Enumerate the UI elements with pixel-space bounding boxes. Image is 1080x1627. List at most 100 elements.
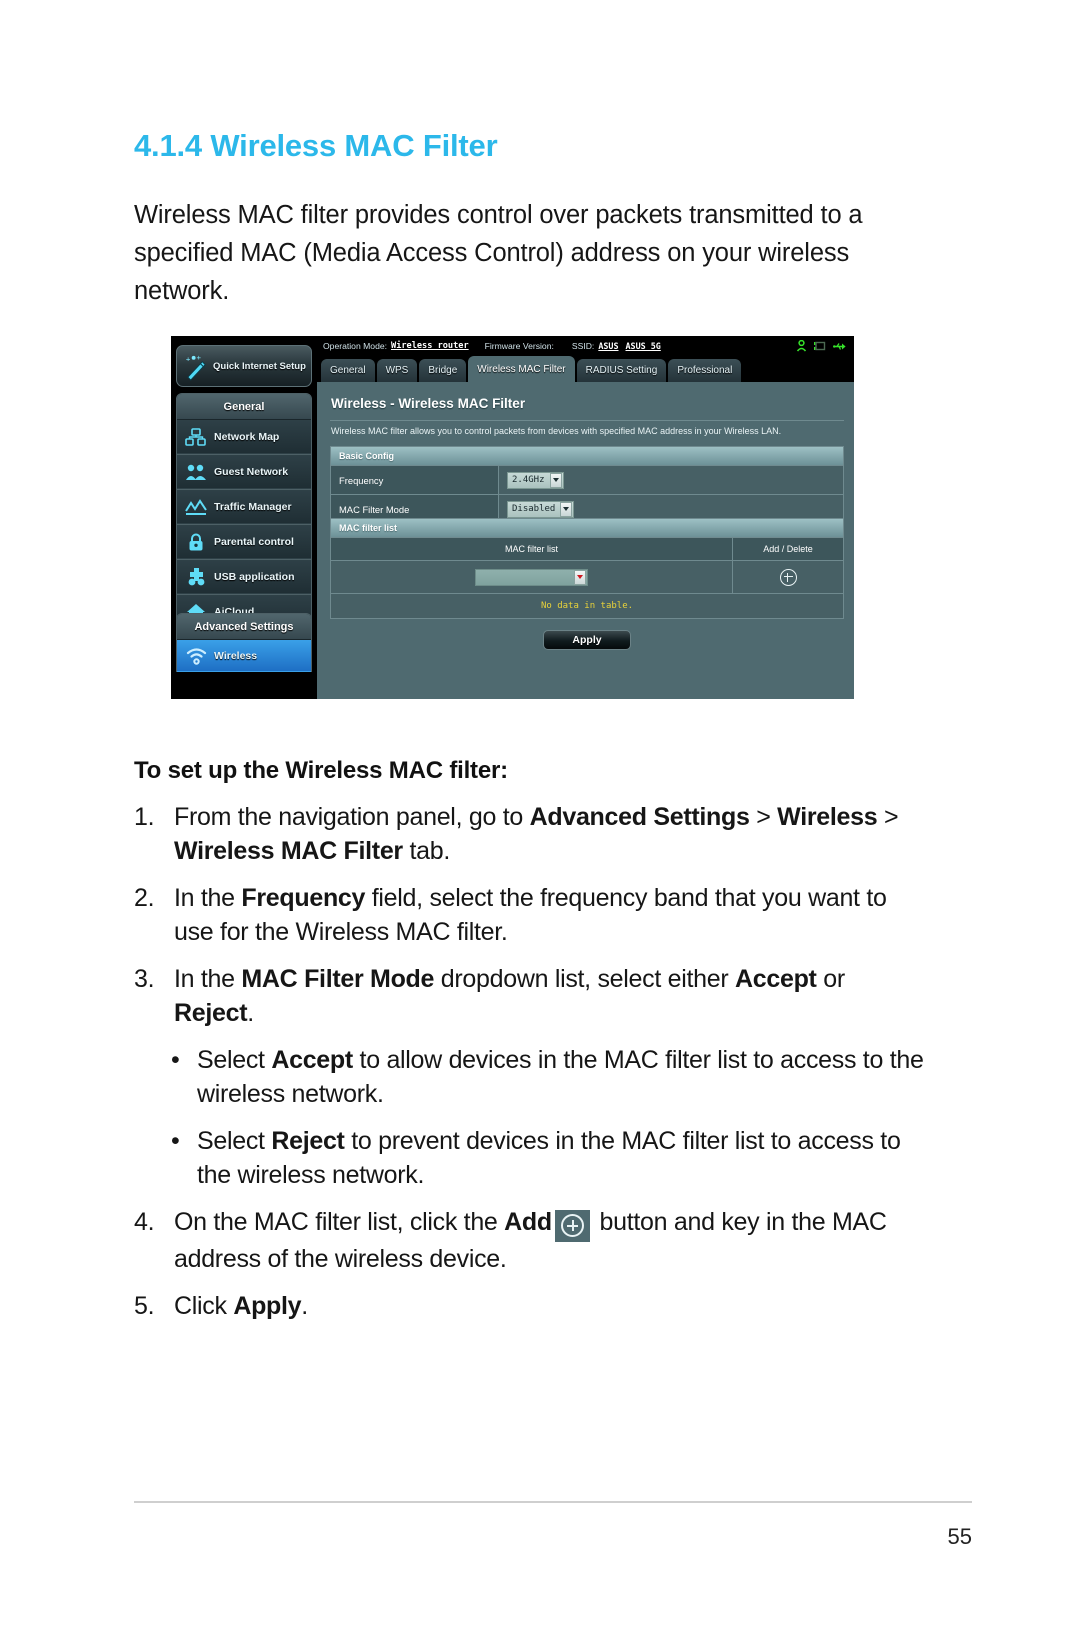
plain-text: In the <box>174 884 242 912</box>
emphasis-text: Add <box>504 1208 552 1236</box>
emphasis-text: Accept <box>271 1046 353 1074</box>
step-number: 3. <box>134 965 155 993</box>
step-number: 5. <box>134 1291 155 1320</box>
sidebar-item-parental-control[interactable]: Parental control <box>177 524 311 559</box>
plain-text: dropdown list, select either <box>434 965 736 993</box>
plain-text: Click <box>174 1291 234 1320</box>
emphasis-text: Wireless <box>777 803 878 831</box>
monitor-icon[interactable] <box>814 340 826 352</box>
mac-filter-mode-select-value: Disabled <box>512 504 556 514</box>
chevron-down-icon[interactable] <box>549 472 562 488</box>
nav-group-general: General Network Map Guest Network Traffi… <box>176 393 312 630</box>
chevron-down-icon[interactable] <box>574 569 586 585</box>
bullet-marker: • <box>171 1046 180 1074</box>
footer-divider <box>134 1501 972 1503</box>
tab-radius-setting[interactable]: RADIUS Setting <box>576 359 667 382</box>
svg-text:+: + <box>186 355 191 364</box>
emphasis-text: Reject <box>271 1127 345 1155</box>
tab-wireless-mac-filter[interactable]: Wireless MAC Filter <box>468 356 575 382</box>
instruction-step-5: 5. Click Apply. <box>134 1289 924 1323</box>
step-text: On the MAC filter list, click the Add bu… <box>174 1205 924 1276</box>
title-divider <box>330 420 844 421</box>
mac-filter-list-header: MAC filter list <box>331 519 843 537</box>
statusbar-icon-group <box>796 340 854 352</box>
plus-circle-icon <box>554 1209 590 1242</box>
instructions-block: To set up the Wireless MAC filter: 1. Fr… <box>134 757 924 1336</box>
quick-internet-setup-button[interactable]: + + Quick Internet Setup <box>176 345 312 387</box>
frequency-value-cell: 2.4GHz <box>499 466 843 494</box>
plain-text: In the <box>174 965 242 993</box>
plus-circle-icon[interactable] <box>779 568 797 586</box>
step-number: 1. <box>134 803 155 831</box>
emphasis-text: Accept <box>735 965 817 993</box>
bullet-text: Select Reject to prevent devices in the … <box>197 1124 924 1192</box>
basic-config-header: Basic Config <box>331 447 843 465</box>
traffic-manager-icon <box>183 495 209 519</box>
mac-filter-list-table: MAC filter list MAC filter list Add / De… <box>330 518 844 619</box>
step-text: In the MAC Filter Mode dropdown list, se… <box>174 962 924 1030</box>
tab-wps[interactable]: WPS <box>376 359 418 382</box>
sidebar-item-guest-network[interactable]: Guest Network <box>177 454 311 489</box>
mac-address-input[interactable] <box>475 568 588 586</box>
plain-text: . <box>247 999 254 1027</box>
ssid-value-5g[interactable]: ASUS_5G <box>626 341 661 351</box>
tab-general[interactable]: General <box>321 359 375 382</box>
wifi-icon <box>183 644 209 668</box>
plain-text: On the MAC filter list, click the <box>174 1208 505 1236</box>
sidebar-item-parental-control-label: Parental control <box>214 535 294 548</box>
operation-mode-label: Operation Mode: <box>323 341 388 351</box>
plain-text: Select <box>197 1127 272 1155</box>
step-text: In the Frequency field, select the frequ… <box>174 881 924 949</box>
usb-application-icon <box>183 565 209 589</box>
plain-text: > <box>877 803 899 831</box>
navigation-panel: + + Quick Internet Setup General Network… <box>171 336 317 699</box>
plain-text: Select <box>197 1046 272 1074</box>
instruction-step-1: 1. From the navigation panel, go to Adva… <box>134 800 924 868</box>
mac-filter-empty-message: No data in table. <box>331 593 843 618</box>
router-main-panel: Operation Mode: Wireless router Firmware… <box>317 336 854 699</box>
emphasis-text: MAC Filter Mode <box>241 965 435 993</box>
router-ui-screenshot: + + Quick Internet Setup General Network… <box>171 336 854 699</box>
instruction-bullet-accept: • Select Accept to allow devices in the … <box>171 1043 924 1111</box>
nav-group-advanced-title: Advanced Settings <box>177 614 311 640</box>
frequency-select[interactable]: 2.4GHz <box>507 471 564 489</box>
apply-button[interactable]: Apply <box>543 630 631 650</box>
tab-bridge[interactable]: Bridge <box>419 359 467 382</box>
mac-filter-list-column-headers: MAC filter list Add / Delete <box>331 537 843 560</box>
instruction-step-4: 4. On the MAC filter list, click the Add… <box>134 1205 924 1276</box>
router-panel-description: Wireless MAC filter allows you to contro… <box>331 426 782 436</box>
section-title: Wireless MAC Filter <box>210 128 498 163</box>
ssid-label: SSID: <box>571 341 595 351</box>
sidebar-item-traffic-manager-label: Traffic Manager <box>214 500 292 513</box>
plain-text: . <box>301 1291 308 1320</box>
apply-button-container: Apply <box>330 630 844 650</box>
sidebar-item-usb-application-label: USB application <box>214 570 295 583</box>
nav-group-advanced: Advanced Settings Wireless <box>176 613 312 672</box>
router-content-area: Wireless - Wireless MAC Filter Wireless … <box>317 382 854 699</box>
mac-filter-mode-select[interactable]: Disabled <box>507 500 575 518</box>
emphasis-text: Advanced Settings <box>529 803 750 831</box>
frequency-select-value: 2.4GHz <box>512 475 545 485</box>
router-status-bar: Operation Mode: Wireless router Firmware… <box>317 336 854 356</box>
add-entry-cell <box>733 561 843 593</box>
nav-group-general-title: General <box>177 394 311 420</box>
operation-mode-value[interactable]: Wireless router <box>391 341 469 351</box>
step-number: 4. <box>134 1208 155 1236</box>
instruction-step-3: 3. In the MAC Filter Mode dropdown list,… <box>134 962 924 1030</box>
router-tab-bar: General WPS Bridge Wireless MAC Filter R… <box>317 356 854 382</box>
guest-network-icon <box>183 460 209 484</box>
tab-professional[interactable]: Professional <box>668 359 742 382</box>
ssid-value-2g[interactable]: ASUS <box>598 341 618 351</box>
instruction-bullet-reject: • Select Reject to prevent devices in th… <box>171 1124 924 1192</box>
mac-filter-entry-row <box>331 560 843 593</box>
plain-text: tab. <box>402 837 451 865</box>
usb-icon[interactable] <box>833 341 846 352</box>
sidebar-item-usb-application[interactable]: USB application <box>177 559 311 594</box>
sidebar-item-network-map[interactable]: Network Map <box>177 420 311 454</box>
svg-text:+: + <box>197 354 202 362</box>
chevron-down-icon[interactable] <box>560 501 573 517</box>
user-icon[interactable] <box>796 340 807 352</box>
table-row-frequency: Frequency 2.4GHz <box>331 465 843 494</box>
sidebar-item-wireless[interactable]: Wireless <box>177 640 311 672</box>
sidebar-item-traffic-manager[interactable]: Traffic Manager <box>177 489 311 524</box>
